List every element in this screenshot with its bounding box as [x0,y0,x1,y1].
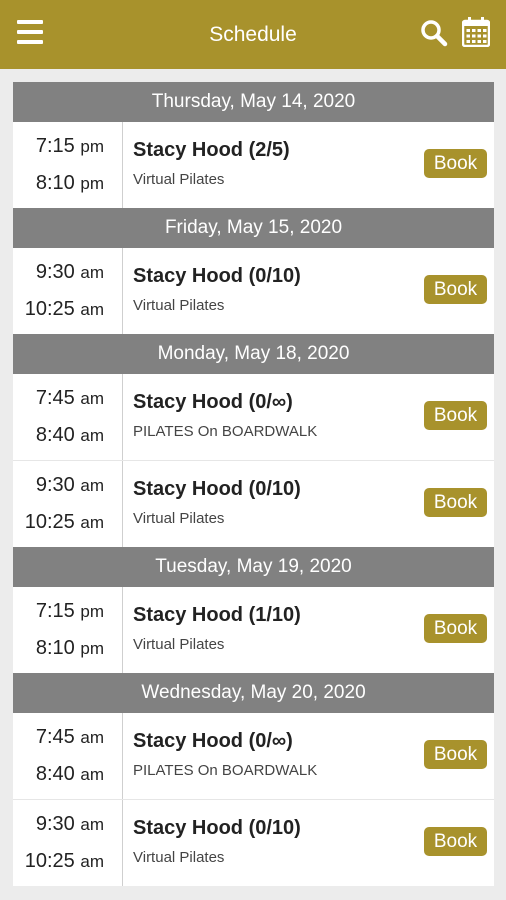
class-info[interactable]: Stacy Hood (2/5) Virtual Pilates [133,139,290,188]
end-time-suffix: am [80,765,104,784]
start-time-value: 7:15 [35,600,75,622]
day-header: Tuesday, May 19, 2020 [13,547,494,587]
end-time-value: 10:25 [24,850,75,872]
start-time: 9:30 am [36,813,104,836]
class-location: PILATES On BOARDWALK [133,423,318,440]
end-time: 8:10 pm [36,637,104,660]
end-time: 10:25 am [25,850,104,873]
start-time-value: 7:45 [35,726,75,748]
hamburger-menu-icon[interactable] [17,20,43,44]
start-time-suffix: pm [80,602,104,621]
start-time: 7:45 am [36,387,104,410]
time-column: 7:15 pm 8:10 pm [13,122,123,208]
class-title: Stacy Hood (0/10) [133,478,301,500]
start-time-suffix: am [80,728,104,747]
end-time-suffix: pm [80,174,104,193]
start-time-suffix: pm [80,137,104,156]
start-time-suffix: am [80,389,104,408]
end-time-value: 8:40 [35,763,75,785]
end-time-suffix: am [80,300,104,319]
end-time-suffix: am [80,852,104,871]
time-column: 9:30 am 10:25 am [13,461,123,547]
end-time-suffix: am [80,426,104,445]
start-time-suffix: am [80,263,104,282]
class-row: 9:30 am 10:25 am Stacy Hood (0/10) Virtual … [13,460,494,547]
class-info[interactable]: Stacy Hood (0/∞) PILATES On BOARDWALK [133,730,317,779]
end-time: 8:40 am [36,763,104,786]
search-icon[interactable] [420,19,448,47]
start-time-value: 7:15 [35,135,75,157]
time-column: 7:15 pm 8:10 pm [13,587,123,673]
class-title: Stacy Hood (2/5) [133,139,290,161]
calendar-icon[interactable] [461,17,491,48]
end-time: 10:25 am [25,511,104,534]
book-button[interactable]: Book [424,614,487,643]
class-row: 7:45 am 8:40 am Stacy Hood (0/∞) PILATES On… [13,374,494,460]
time-column: 7:45 am 8:40 am [13,374,123,460]
class-title: Stacy Hood (0/10) [133,265,301,287]
class-row: 7:15 pm 8:10 pm Stacy Hood (1/10) Virtual P… [13,587,494,673]
class-row: 7:15 pm 8:10 pm Stacy Hood (2/5) Virtual Pi… [13,122,494,208]
class-row: 9:30 am 10:25 am Stacy Hood (0/10) Virtual … [13,799,494,886]
class-info[interactable]: Stacy Hood (1/10) Virtual Pilates [133,604,301,653]
class-location: Virtual Pilates [133,636,225,653]
start-time-suffix: am [80,815,104,834]
class-row: 7:45 am 8:40 am Stacy Hood (0/∞) PILATES On… [13,713,494,799]
book-button[interactable]: Book [424,740,487,769]
class-title: Stacy Hood (0/∞) [133,391,293,413]
book-button[interactable]: Book [424,488,487,517]
end-time: 8:10 pm [36,172,104,195]
class-row: 9:30 am 10:25 am Stacy Hood (0/10) Virtual … [13,248,494,334]
time-column: 9:30 am 10:25 am [13,800,123,886]
start-time: 9:30 am [36,261,104,284]
class-title: Stacy Hood (0/∞) [133,730,293,752]
start-time: 7:15 pm [36,135,104,158]
end-time: 10:25 am [25,298,104,321]
book-button[interactable]: Book [424,401,487,430]
end-time-suffix: pm [80,639,104,658]
start-time-value: 9:30 [35,813,75,835]
page-title: Schedule [209,22,297,46]
class-info[interactable]: Stacy Hood (0/10) Virtual Pilates [133,265,301,314]
class-location: PILATES On BOARDWALK [133,762,318,779]
end-time-value: 10:25 [24,511,75,533]
end-time-value: 10:25 [24,298,75,320]
start-time-value: 7:45 [35,387,75,409]
day-header: Monday, May 18, 2020 [13,334,494,374]
class-info[interactable]: Stacy Hood (0/∞) PILATES On BOARDWALK [133,391,317,440]
day-header: Friday, May 15, 2020 [13,208,494,248]
end-time-value: 8:10 [35,637,75,659]
end-time-value: 8:40 [35,424,75,446]
time-column: 7:45 am 8:40 am [13,713,123,799]
start-time: 7:15 pm [36,600,104,623]
class-info[interactable]: Stacy Hood (0/10) Virtual Pilates [133,478,301,527]
book-button[interactable]: Book [424,149,487,178]
class-title: Stacy Hood (0/10) [133,817,301,839]
start-time: 7:45 am [36,726,104,749]
book-button[interactable]: Book [424,827,487,856]
class-location: Virtual Pilates [133,171,225,188]
day-header: Thursday, May 14, 2020 [13,82,494,122]
start-time-suffix: am [80,476,104,495]
class-info[interactable]: Stacy Hood (0/10) Virtual Pilates [133,817,301,866]
class-title: Stacy Hood (1/10) [133,604,301,626]
book-button[interactable]: Book [424,275,487,304]
day-header: Wednesday, May 20, 2020 [13,673,494,713]
class-location: Virtual Pilates [133,849,225,866]
schedule-list: Thursday, May 14, 2020 7:15 pm 8:10 pm Stac… [13,82,494,886]
class-location: Virtual Pilates [133,297,225,314]
end-time: 8:40 am [36,424,104,447]
start-time-value: 9:30 [35,474,75,496]
start-time-value: 9:30 [35,261,75,283]
start-time: 9:30 am [36,474,104,497]
top-app-bar: Schedule [0,0,506,69]
class-location: Virtual Pilates [133,510,225,527]
end-time-suffix: am [80,513,104,532]
time-column: 9:30 am 10:25 am [13,248,123,334]
end-time-value: 8:10 [35,172,75,194]
